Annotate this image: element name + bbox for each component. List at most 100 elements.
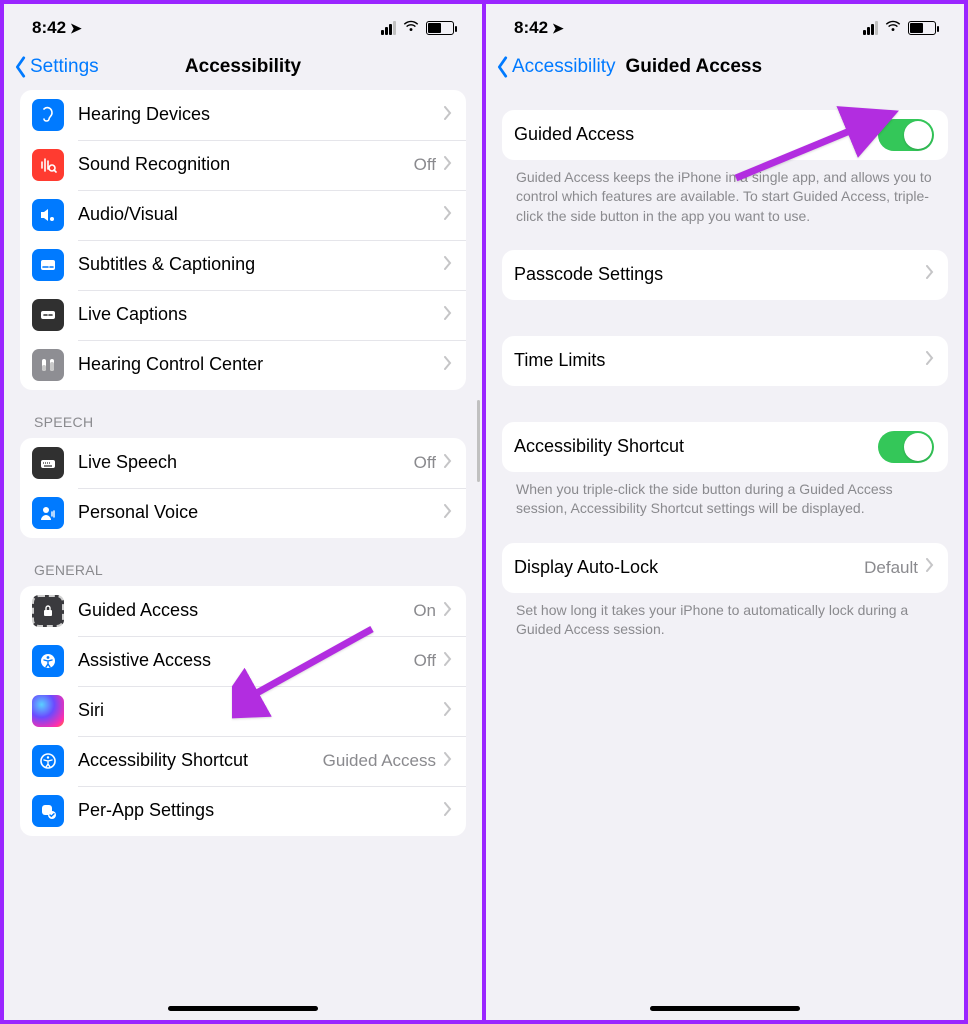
row-accessibility-shortcut[interactable]: Accessibility ShortcutGuided Access bbox=[20, 736, 466, 786]
general-group: Guided AccessOn Assistive AccessOff Siri… bbox=[20, 586, 466, 836]
row-label: Live Captions bbox=[78, 304, 444, 326]
row-sound-recognition[interactable]: Sound RecognitionOff bbox=[20, 140, 466, 190]
battery-icon bbox=[908, 21, 936, 35]
guided-access-switch[interactable] bbox=[878, 119, 934, 151]
chevron-right-icon bbox=[444, 206, 452, 225]
row-live-speech[interactable]: Live SpeechOff bbox=[20, 438, 466, 488]
settings-scroll[interactable]: Guided Access Guided Access keeps the iP… bbox=[486, 90, 964, 1020]
chevron-right-icon bbox=[444, 356, 452, 375]
wifi-icon bbox=[884, 18, 902, 38]
row-label: Assistive Access bbox=[78, 650, 414, 672]
chevron-right-icon bbox=[926, 265, 934, 284]
app-check-icon bbox=[32, 795, 64, 827]
row-value: On bbox=[413, 601, 436, 621]
lock-dashed-icon bbox=[32, 595, 64, 627]
chevron-right-icon bbox=[926, 351, 934, 370]
row-label: Per-App Settings bbox=[78, 800, 444, 822]
row-label: Subtitles & Captioning bbox=[78, 254, 444, 276]
navigation-bar: Settings Accessibility bbox=[4, 46, 482, 90]
location-icon: ➤ bbox=[70, 20, 82, 37]
keyboard-speech-icon bbox=[32, 447, 64, 479]
hearing-group: Hearing Devices Sound RecognitionOff Aud… bbox=[20, 90, 466, 390]
chevron-right-icon bbox=[444, 106, 452, 125]
row-accessibility-shortcut-toggle[interactable]: Accessibility Shortcut bbox=[502, 422, 948, 472]
page-title: Guided Access bbox=[625, 56, 762, 78]
accessibility-shortcut-switch[interactable] bbox=[878, 431, 934, 463]
ear-icon bbox=[32, 99, 64, 131]
chevron-right-icon bbox=[444, 602, 452, 621]
row-display-auto-lock[interactable]: Display Auto-LockDefault bbox=[502, 543, 948, 593]
section-header-general: GENERAL bbox=[20, 538, 466, 586]
chevron-right-icon bbox=[444, 752, 452, 771]
row-personal-voice[interactable]: Personal Voice bbox=[20, 488, 466, 538]
left-phone: 8:42➤ Settings Accessibility Hearing Dev… bbox=[0, 0, 486, 1024]
sliders-icon bbox=[32, 349, 64, 381]
back-label: Settings bbox=[30, 56, 99, 78]
row-label: Passcode Settings bbox=[514, 264, 926, 286]
row-label: Siri bbox=[78, 700, 444, 722]
speaker-eye-icon bbox=[32, 199, 64, 231]
row-assistive-access[interactable]: Assistive AccessOff bbox=[20, 636, 466, 686]
footer-shortcut: When you triple-click the side button du… bbox=[502, 472, 948, 519]
row-time-limits[interactable]: Time Limits bbox=[502, 336, 948, 386]
section-header-speech: SPEECH bbox=[20, 390, 466, 438]
row-passcode-settings[interactable]: Passcode Settings bbox=[502, 250, 948, 300]
settings-scroll[interactable]: Hearing Devices Sound RecognitionOff Aud… bbox=[4, 90, 482, 1020]
row-value: Off bbox=[414, 155, 436, 175]
chevron-right-icon bbox=[444, 652, 452, 671]
chevron-right-icon bbox=[444, 702, 452, 721]
row-hearing-devices[interactable]: Hearing Devices bbox=[20, 90, 466, 140]
chevron-right-icon bbox=[444, 504, 452, 523]
autolock-group: Display Auto-LockDefault bbox=[502, 543, 948, 593]
passcode-group: Passcode Settings bbox=[502, 250, 948, 300]
home-indicator[interactable] bbox=[650, 1006, 800, 1011]
row-subtitles-captioning[interactable]: Subtitles & Captioning bbox=[20, 240, 466, 290]
back-label: Accessibility bbox=[512, 56, 615, 78]
status-bar: 8:42➤ bbox=[486, 4, 964, 46]
row-label: Guided Access bbox=[78, 600, 413, 622]
row-guided-access-toggle[interactable]: Guided Access bbox=[502, 110, 948, 160]
location-icon: ➤ bbox=[552, 20, 564, 37]
row-label: Hearing Devices bbox=[78, 104, 444, 126]
right-phone: 8:42➤ Accessibility Guided Access Guided… bbox=[486, 0, 968, 1024]
row-label: Hearing Control Center bbox=[78, 354, 444, 376]
time-label: 8:42 bbox=[32, 18, 66, 38]
captions-icon bbox=[32, 249, 64, 281]
row-hearing-control-center[interactable]: Hearing Control Center bbox=[20, 340, 466, 390]
row-value: Off bbox=[414, 651, 436, 671]
speech-group: Live SpeechOff Personal Voice bbox=[20, 438, 466, 538]
back-button[interactable]: Accessibility bbox=[496, 56, 615, 78]
siri-icon bbox=[32, 695, 64, 727]
row-value: Guided Access bbox=[323, 751, 436, 771]
row-label: Guided Access bbox=[514, 124, 878, 146]
row-label: Accessibility Shortcut bbox=[78, 750, 323, 772]
chevron-right-icon bbox=[444, 156, 452, 175]
back-button[interactable]: Settings bbox=[14, 56, 99, 78]
wifi-icon bbox=[402, 18, 420, 38]
row-guided-access[interactable]: Guided AccessOn bbox=[20, 586, 466, 636]
accessibility-person-icon bbox=[32, 645, 64, 677]
status-bar: 8:42➤ bbox=[4, 4, 482, 46]
shortcut-group: Accessibility Shortcut bbox=[502, 422, 948, 472]
chevron-right-icon bbox=[444, 454, 452, 473]
row-label: Sound Recognition bbox=[78, 154, 414, 176]
row-label: Display Auto-Lock bbox=[514, 557, 864, 579]
row-value: Default bbox=[864, 558, 918, 578]
cellular-icon bbox=[863, 21, 878, 35]
row-live-captions[interactable]: Live Captions bbox=[20, 290, 466, 340]
row-label: Audio/Visual bbox=[78, 204, 444, 226]
accessibility-icon bbox=[32, 745, 64, 777]
person-wave-icon bbox=[32, 497, 64, 529]
home-indicator[interactable] bbox=[168, 1006, 318, 1011]
row-audio-visual[interactable]: Audio/Visual bbox=[20, 190, 466, 240]
waveform-search-icon bbox=[32, 149, 64, 181]
row-per-app-settings[interactable]: Per-App Settings bbox=[20, 786, 466, 836]
footer-autolock: Set how long it takes your iPhone to aut… bbox=[502, 593, 948, 640]
navigation-bar: Accessibility Guided Access bbox=[486, 46, 964, 90]
time-limits-group: Time Limits bbox=[502, 336, 948, 386]
chevron-right-icon bbox=[926, 558, 934, 577]
row-siri[interactable]: Siri bbox=[20, 686, 466, 736]
scrollbar-thumb[interactable] bbox=[477, 400, 480, 482]
page-title: Accessibility bbox=[185, 56, 301, 78]
guided-access-toggle-group: Guided Access bbox=[502, 110, 948, 160]
